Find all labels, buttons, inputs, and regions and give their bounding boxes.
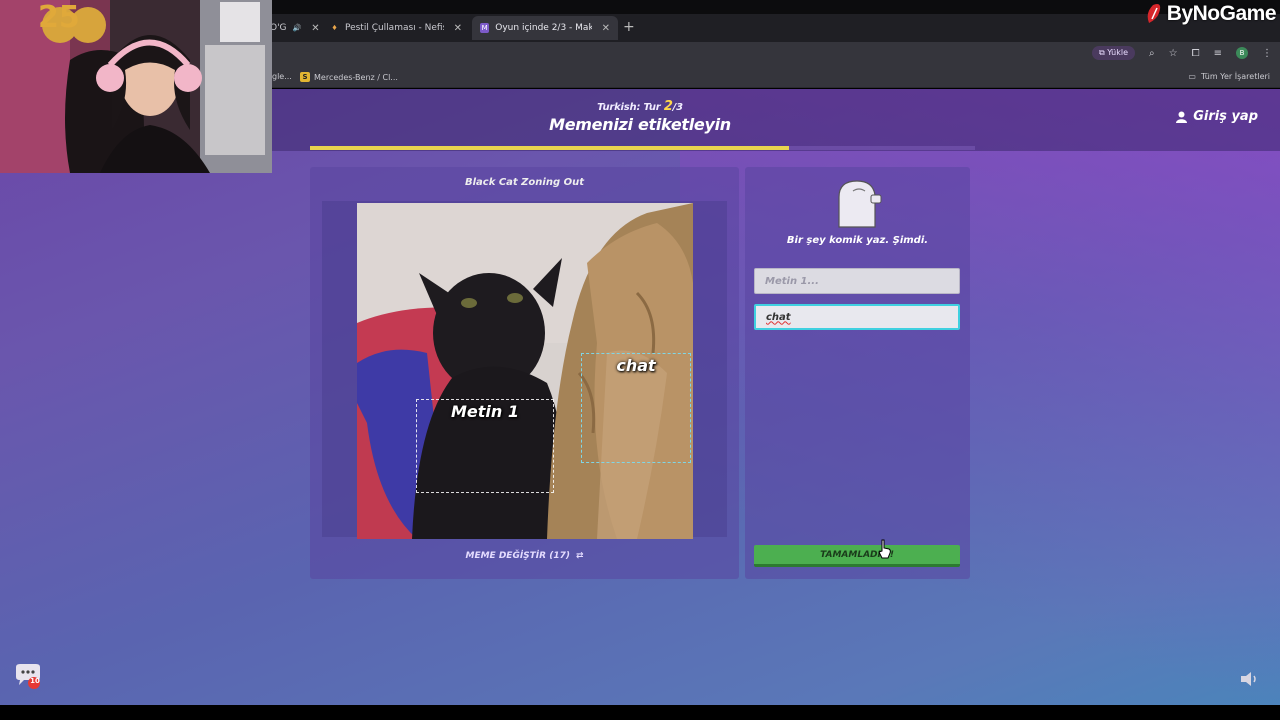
- caption-box-2[interactable]: chat: [581, 353, 691, 463]
- toolbar-actions: ⧉ Yükle ⌕ ☆ ⧠ ≡ B ⋮: [1091, 46, 1272, 60]
- meme-name: Black Cat Zoning Out: [464, 177, 585, 188]
- bookmark-s-icon: S: [300, 72, 310, 82]
- round-progress-fill: [310, 146, 789, 150]
- meme-panel: Black Cat Zoning Out Metin 1 chat MEME D…: [310, 167, 739, 579]
- speaker-icon: [1241, 672, 1256, 686]
- swap-icon: ⇄: [575, 551, 584, 561]
- bookmark-label: Mercedes-Benz / Cl...: [314, 72, 398, 82]
- game-page: Turkish: Tur 2/3 Memenizi etiketleyin Gi…: [0, 89, 1280, 705]
- screen: O'G 🔊 ✕ ♦ Pestil Çullaması - Nefis Yemek…: [0, 0, 1280, 720]
- change-meme-label: MEME DEĞİŞTİR (17): [465, 551, 570, 561]
- upload-button[interactable]: ⧉ Yükle: [1091, 46, 1136, 60]
- speaker-icon: 🔊: [292, 24, 302, 32]
- tab-2-active[interactable]: M Oyun içinde 2/3 - Make it Meme ✕: [472, 16, 618, 40]
- profile-avatar[interactable]: B: [1236, 47, 1248, 59]
- webcam-overlay: 25: [0, 0, 272, 173]
- folder-label: Tüm Yer İşaretleri: [1200, 72, 1270, 81]
- chat-icon: [16, 664, 40, 689]
- mascot-icon: [838, 180, 882, 228]
- tab-1[interactable]: ♦ Pestil Çullaması - Nefis Yemek ✕: [322, 16, 470, 40]
- caption-text-1: Metin 1: [451, 402, 519, 421]
- tab-label: O'G: [270, 23, 287, 33]
- brand-name: ByNoGame: [1166, 2, 1277, 25]
- chat-button[interactable]: 10: [14, 663, 42, 689]
- login-button[interactable]: Giriş yap: [1176, 109, 1258, 124]
- caption-box-1[interactable]: Metin 1: [416, 399, 554, 493]
- close-icon[interactable]: ✕: [311, 23, 319, 34]
- hand-cursor-icon: [878, 539, 891, 559]
- caption-editor-panel: Bir şey komik yaz. Şimdi. Metin 1... cha…: [745, 167, 970, 579]
- tab-label: Pestil Çullaması - Nefis Yemek: [344, 23, 444, 33]
- all-bookmarks-folder[interactable]: ▭ Tüm Yer İşaretleri: [1188, 72, 1270, 81]
- user-icon: [1176, 111, 1188, 123]
- menu-icon[interactable]: ⋮: [1262, 48, 1272, 59]
- chat-badge: 10: [30, 677, 40, 685]
- bookmark-item[interactable]: S Mercedes-Benz / Cl...: [300, 72, 398, 82]
- mim-icon: M: [480, 23, 490, 33]
- upload-label: Yükle: [1107, 48, 1129, 57]
- star-icon[interactable]: ☆: [1169, 48, 1178, 59]
- round-current: 2: [663, 99, 673, 114]
- round-total: /3: [672, 102, 683, 113]
- zoom-icon[interactable]: ⌕: [1149, 48, 1155, 59]
- new-tab-icon[interactable]: +: [623, 19, 635, 35]
- bottom-letterbox: [0, 705, 1280, 720]
- webcam-balloon-number: 25: [38, 0, 80, 35]
- round-progress-bar: [310, 146, 975, 150]
- change-meme-button[interactable]: MEME DEĞİŞTİR (17) ⇄: [310, 551, 739, 561]
- caption-input-2[interactable]: chat: [754, 304, 960, 330]
- meme-image: Metin 1 chat: [357, 203, 693, 539]
- caption-input-1[interactable]: Metin 1...: [754, 268, 960, 294]
- bookmark-item[interactable]: gle...: [272, 72, 292, 81]
- round-prefix: Turkish: Tur: [597, 102, 661, 113]
- bynogame-logo-icon: [1147, 4, 1160, 23]
- folder-icon: ▭: [1188, 72, 1196, 81]
- bookmark-label: gle...: [272, 72, 292, 81]
- tab-label: Oyun içinde 2/3 - Make it Meme: [495, 23, 592, 33]
- extensions-icon[interactable]: ⧠: [1192, 48, 1200, 59]
- sound-button[interactable]: [1240, 671, 1260, 691]
- media-icon[interactable]: ≡: [1214, 48, 1222, 59]
- brand-watermark: ByNoGame: [1145, 2, 1277, 26]
- done-button[interactable]: TAMAMLADIM!: [754, 545, 960, 567]
- login-label: Giriş yap: [1193, 109, 1258, 124]
- close-icon[interactable]: ✕: [602, 23, 610, 34]
- caption-input-2-value: chat: [766, 311, 791, 323]
- caption-text-2: chat: [616, 356, 656, 375]
- close-icon[interactable]: ✕: [454, 23, 462, 34]
- prompt-text: Bir şey komik yaz. Şimdi.: [786, 235, 929, 246]
- recipe-icon: ♦: [331, 24, 338, 32]
